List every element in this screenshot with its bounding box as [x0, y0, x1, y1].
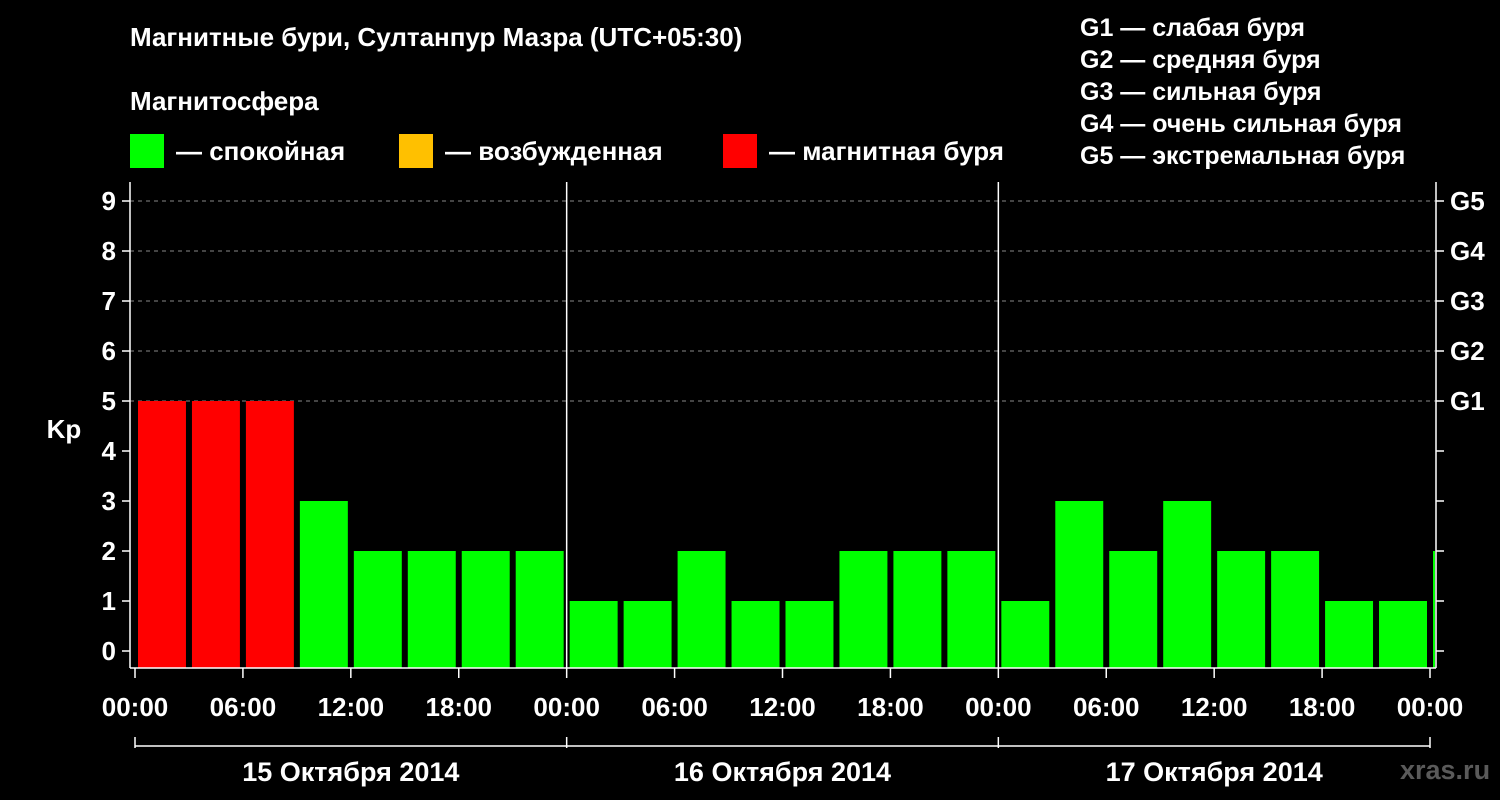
- kp-bar: [839, 551, 888, 668]
- x-tick-label: 12:00: [318, 692, 385, 722]
- y-tick-label: 5: [102, 386, 116, 416]
- kp-bar: [1001, 601, 1050, 668]
- y-tick-label: 1: [102, 586, 116, 616]
- day-label: 16 Октября 2014: [674, 757, 891, 787]
- kp-bar: [569, 601, 618, 668]
- kp-bar: [353, 551, 402, 668]
- kp-bar: [1055, 501, 1104, 668]
- x-tick-label: 06:00: [641, 692, 708, 722]
- g-tick-label: G1: [1450, 386, 1485, 416]
- x-tick-label: 00:00: [965, 692, 1032, 722]
- kp-bar: [299, 501, 348, 668]
- x-tick-label: 18:00: [426, 692, 493, 722]
- kp-bar: [1271, 551, 1320, 668]
- y-tick-label: 9: [102, 186, 116, 216]
- y-tick-label: 2: [102, 536, 116, 566]
- kp-bar: [623, 601, 672, 668]
- g-tick-label: G3: [1450, 286, 1485, 316]
- x-tick-label: 00:00: [533, 692, 600, 722]
- kp-bar: [731, 601, 780, 668]
- kp-bar: [461, 551, 510, 668]
- y-axis-label: Kp: [47, 414, 82, 444]
- kp-bar: [515, 551, 564, 668]
- y-tick-label: 3: [102, 486, 116, 516]
- kp-bar: [191, 401, 240, 668]
- kp-bar: [1433, 551, 1435, 668]
- kp-bar: [1163, 501, 1212, 668]
- y-tick-label: 7: [102, 286, 116, 316]
- day-label: 17 Октября 2014: [1106, 757, 1323, 787]
- kp-bar: [245, 401, 294, 668]
- kp-bar-chart: 0 1 2 3 4 5 6 7 8 9 Kp G1 G2 G3 G4 G5 00:00 06:00 12:00 18:…: [47, 182, 1485, 787]
- x-tick-label: 00:00: [102, 692, 169, 722]
- g-tick-label: G5: [1450, 186, 1485, 216]
- y-tick-label: 8: [102, 236, 116, 266]
- kp-bar: [1109, 551, 1158, 668]
- kp-bar: [893, 551, 942, 668]
- kp-bar: [407, 551, 456, 668]
- x-tick-label: 06:00: [210, 692, 277, 722]
- x-tick-label: 00:00: [1397, 692, 1464, 722]
- kp-bar: [1217, 551, 1266, 668]
- x-tick-label: 12:00: [749, 692, 816, 722]
- kp-bar: [947, 551, 996, 668]
- x-tick-label: 18:00: [1289, 692, 1356, 722]
- watermark: xras.ru: [1400, 755, 1491, 785]
- kp-bar: [1325, 601, 1374, 668]
- y-tick-label: 0: [102, 636, 116, 666]
- kp-bar: [1379, 601, 1427, 668]
- g-tick-label: G4: [1450, 236, 1485, 266]
- kp-bar: [785, 601, 834, 668]
- kp-bar: [138, 401, 186, 668]
- x-tick-label: 06:00: [1073, 692, 1140, 722]
- g-tick-label: G2: [1450, 336, 1485, 366]
- y-tick-label: 4: [102, 436, 117, 466]
- kp-bar: [677, 551, 726, 668]
- day-label: 15 Октября 2014: [242, 757, 459, 787]
- x-tick-label: 12:00: [1181, 692, 1248, 722]
- x-tick-label: 18:00: [857, 692, 924, 722]
- y-tick-label: 6: [102, 336, 116, 366]
